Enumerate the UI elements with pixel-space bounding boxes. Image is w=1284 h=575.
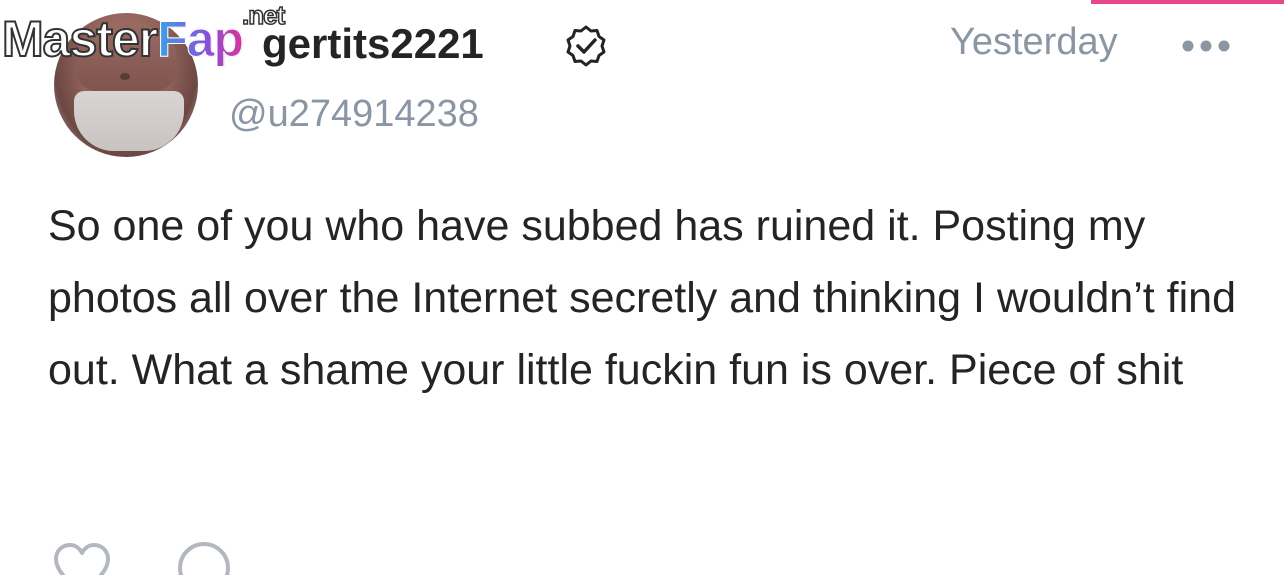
post-card: MasterFap .net gertits2221 @u274914238 Y…: [0, 0, 1284, 575]
verified-badge-icon: [566, 25, 606, 67]
author-handle[interactable]: @u274914238: [229, 92, 479, 136]
avatar-photo-garment: [74, 91, 184, 151]
more-dots-icon[interactable]: [1180, 38, 1232, 54]
watermark-logo: MasterFap .net: [1, 1, 286, 67]
author-display-name[interactable]: gertits2221: [262, 20, 484, 68]
watermark-part-master: Master: [1, 11, 159, 67]
post-body-text: So one of you who have subbed has ruined…: [48, 202, 1236, 394]
comment-icon[interactable]: [174, 540, 234, 575]
avatar-photo-detail: [120, 73, 130, 80]
post-timestamp: Yesterday: [950, 21, 1118, 63]
watermark-part-fap: Fap: [157, 11, 245, 67]
heart-icon[interactable]: [52, 540, 112, 575]
top-accent-bar: [1091, 0, 1284, 4]
